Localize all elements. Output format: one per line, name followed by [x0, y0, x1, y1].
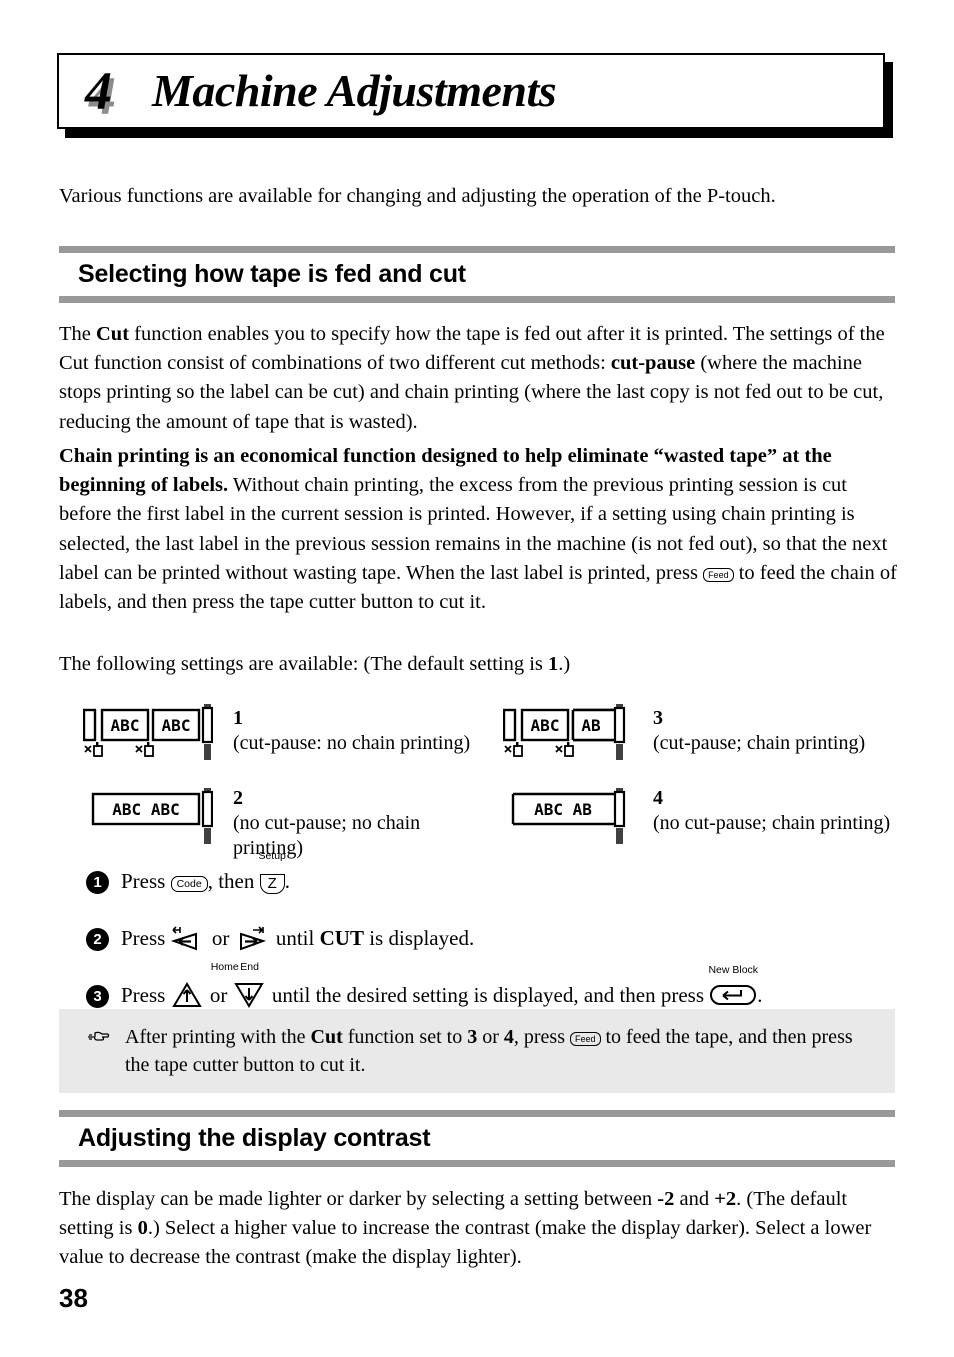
- feed-key-note[interactable]: Feed: [569, 1032, 601, 1046]
- diagram-1-number: 1: [233, 707, 243, 729]
- step-2-mid: or: [206, 926, 235, 950]
- contrast-bold-plus2: +2: [714, 1188, 737, 1210]
- up-arrow-key[interactable]: [171, 981, 205, 1009]
- enter-key-wrap[interactable]: New Block: [708, 965, 758, 1010]
- paragraph-cut-intro: The Cut function enables you to specify …: [59, 320, 897, 437]
- tape-art-2: ABC ABC: [91, 788, 213, 844]
- section-heading-tape-feed: Selecting how tape is fed and cut: [59, 246, 895, 303]
- left-arrow-key[interactable]: [170, 925, 207, 951]
- rule-bottom: [59, 296, 895, 303]
- diagram-4-caption: (no cut-pause; chain printing): [653, 812, 891, 834]
- step-2-post: is displayed.: [363, 926, 475, 950]
- diagram-3-caption-block: 3 (cut-pause; chain printing): [653, 706, 933, 756]
- step-2-bullet: 2: [86, 928, 109, 951]
- intro-paragraph: Various functions are available for chan…: [59, 185, 776, 207]
- enter-key[interactable]: [709, 983, 757, 1007]
- contrast-part2: and: [674, 1188, 715, 1210]
- chapter-header: 4 Machine Adjustments: [57, 53, 893, 138]
- section-heading-display-contrast: Adjusting the display contrast: [59, 1110, 895, 1167]
- contrast-bold-zero: 0: [137, 1217, 148, 1240]
- step-3-bullet: 3: [86, 985, 109, 1008]
- down-arrow-key-wrap[interactable]: End: [233, 962, 267, 1010]
- svg-text:ABC: ABC: [162, 716, 191, 735]
- tape-art-1: ABC ABC: [83, 704, 213, 760]
- section-title-text-2: Adjusting the display contrast: [78, 1124, 431, 1152]
- note-text-2: function set to: [342, 1026, 468, 1048]
- step-3-post: .: [757, 983, 763, 1007]
- settings-lead-part2: .): [558, 653, 571, 675]
- note-box: After printing with the Cut function set…: [59, 1009, 895, 1093]
- rule-top-2: [59, 1110, 895, 1117]
- tape-art-3: ABC AB: [503, 704, 626, 760]
- contrast-part4: .) Select a higher value to increase the…: [59, 1217, 872, 1269]
- svg-text:ABC: ABC: [531, 716, 560, 735]
- step-2-post-pre: until: [270, 926, 320, 950]
- step-2: 2 Press or until CUT is displayed.: [59, 923, 897, 967]
- down-arrow-key[interactable]: [233, 981, 267, 1009]
- diagram-1-caption: (cut-pause: no chain printing): [233, 732, 471, 754]
- step-3-post-pre: until the desired setting is displayed, …: [266, 983, 710, 1007]
- svg-text:ABC AB: ABC AB: [534, 800, 592, 819]
- settings-lead-default: 1: [548, 653, 559, 675]
- note-text-3: or: [477, 1026, 504, 1048]
- step-2-pre: Press: [121, 926, 171, 950]
- contrast-part1: The display can be made lighter or darke…: [59, 1188, 658, 1210]
- end-key-label: End: [240, 961, 259, 973]
- note-bold-cut: Cut: [310, 1026, 343, 1048]
- svg-text:AB: AB: [581, 716, 601, 735]
- z-key[interactable]: Z: [259, 874, 285, 894]
- rule-bottom-2: [59, 1160, 895, 1167]
- paragraph-display-contrast: The display can be made lighter or darke…: [59, 1185, 897, 1273]
- paragraph-settings-lead: The following settings are available: (T…: [59, 650, 897, 679]
- new-block-key-label: New Block: [708, 964, 759, 976]
- svg-text:ABC ABC: ABC ABC: [112, 800, 179, 819]
- diagram-3-number: 3: [653, 707, 663, 729]
- paragraph-chain-printing: Chain printing is an economical function…: [59, 442, 897, 617]
- feed-key-inline[interactable]: Feed: [703, 567, 734, 582]
- cut-intro-part1: The: [59, 323, 96, 345]
- diagram-3-caption: (cut-pause; chain printing): [653, 732, 866, 754]
- step-1-pre: Press: [121, 869, 171, 893]
- note-bold-3: 3: [467, 1026, 478, 1048]
- setup-key-wrap[interactable]: Setup Z: [258, 851, 286, 896]
- step-2-cut-bold: CUT: [319, 926, 364, 950]
- chapter-header-box: 4 Machine Adjustments: [57, 53, 885, 129]
- chapter-number: 4: [85, 61, 112, 121]
- section-title-text: Selecting how tape is fed and cut: [78, 260, 466, 288]
- right-arrow-key[interactable]: [235, 925, 271, 951]
- chapter-title: Machine Adjustments: [152, 65, 557, 116]
- tape-setting-diagrams: ABC ABC 1 (cut-pause: no chain printing)…: [59, 700, 897, 859]
- step-3-pre: Press: [121, 983, 171, 1007]
- note-bold-4: 4: [503, 1026, 514, 1048]
- diagram-2-number: 2: [233, 787, 243, 809]
- note-text-1: After printing with the: [125, 1026, 311, 1048]
- setup-key-label: Setup: [258, 850, 286, 862]
- up-arrow-key-wrap[interactable]: Home: [171, 962, 239, 1010]
- manual-page: 4 Machine Adjustments Various functions …: [0, 0, 954, 1357]
- rule-top: [59, 246, 895, 253]
- step-3-mid: or: [204, 983, 233, 1007]
- svg-text:ABC: ABC: [111, 716, 140, 735]
- code-key[interactable]: Code: [170, 876, 208, 892]
- diagram-4-number: 4: [653, 787, 663, 809]
- contrast-bold-minus2: -2: [657, 1188, 675, 1210]
- home-key-label: Home: [210, 961, 239, 973]
- pointing-hand-icon: [88, 1031, 110, 1041]
- tape-art-4: ABC AB: [511, 788, 626, 844]
- diagram-1-caption-block: 1 (cut-pause: no chain printing): [233, 706, 493, 756]
- settings-lead-part1: The following settings are available: (T…: [59, 653, 549, 675]
- cut-intro-bold-cut: Cut: [96, 323, 130, 345]
- note-text-4: , press: [513, 1026, 570, 1048]
- diagram-4-caption-block: 4 (no cut-pause; chain printing): [653, 786, 933, 836]
- step-1-post: .: [284, 869, 291, 893]
- step-1-bullet: 1: [86, 871, 109, 894]
- step-1: 1 Press Code, then Setup Z.: [59, 851, 897, 910]
- step-1-mid: , then: [207, 869, 260, 893]
- page-number: 38: [59, 1283, 88, 1313]
- cut-intro-bold-cutpause: cut-pause: [610, 352, 696, 375]
